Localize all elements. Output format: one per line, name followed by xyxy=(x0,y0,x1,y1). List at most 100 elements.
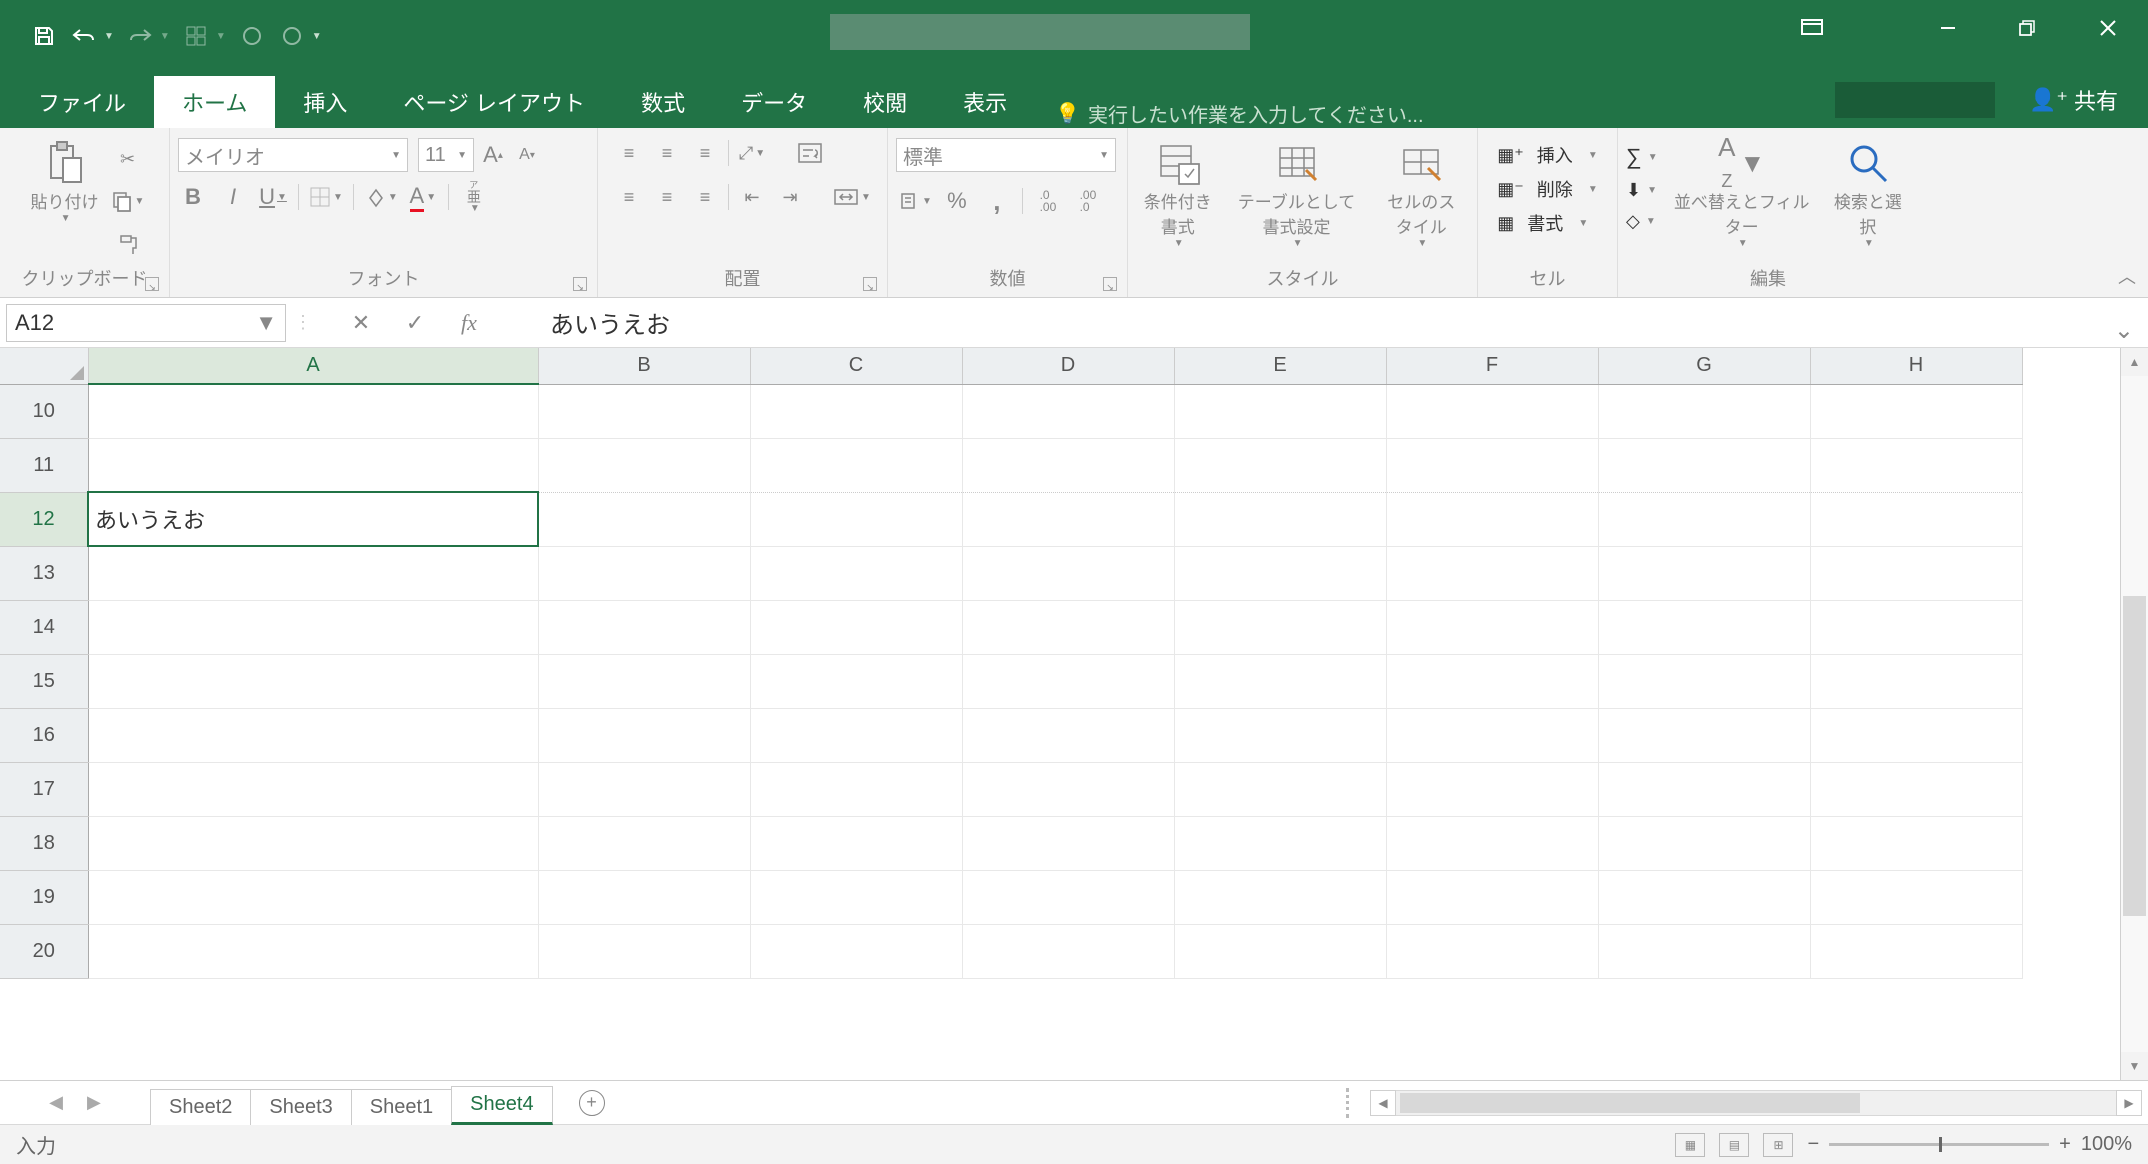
cell-H12[interactable] xyxy=(1810,492,2022,546)
row-header-18[interactable]: 18 xyxy=(0,816,88,870)
align-center-icon[interactable]: ≡ xyxy=(652,182,682,212)
qat-custom-1-icon[interactable] xyxy=(182,22,210,50)
sheet-tab-Sheet3[interactable]: Sheet3 xyxy=(250,1089,351,1125)
cell-G13[interactable] xyxy=(1598,546,1810,600)
cell-E15[interactable] xyxy=(1174,654,1386,708)
cell-E19[interactable] xyxy=(1174,870,1386,924)
cell-G11[interactable] xyxy=(1598,438,1810,492)
borders-icon[interactable]: ▼ xyxy=(309,182,343,212)
font-color-icon[interactable]: A▼ xyxy=(408,182,438,212)
sheet-tab-Sheet2[interactable]: Sheet2 xyxy=(150,1089,251,1125)
cell-G18[interactable] xyxy=(1598,816,1810,870)
row-header-13[interactable]: 13 xyxy=(0,546,88,600)
cell-C20[interactable] xyxy=(750,924,962,978)
cell-G15[interactable] xyxy=(1598,654,1810,708)
font-size-combo[interactable]: 11▼ xyxy=(418,138,474,172)
cell-styles-button[interactable]: セルのスタイル▼ xyxy=(1374,138,1469,251)
redo-dropdown[interactable]: ▼ xyxy=(160,31,170,42)
cell-A13[interactable] xyxy=(88,546,538,600)
name-box[interactable]: A12 ▼ xyxy=(6,304,286,342)
cell-E20[interactable] xyxy=(1174,924,1386,978)
col-header-F[interactable]: F xyxy=(1386,348,1598,384)
format-cells-button[interactable]: ▦ 書式 ▼ xyxy=(1497,210,1588,236)
alignment-launcher[interactable] xyxy=(863,277,877,291)
tab-view[interactable]: 表示 xyxy=(935,76,1035,128)
tab-file[interactable]: ファイル xyxy=(10,76,154,128)
qat-custom-1-dropdown[interactable]: ▼ xyxy=(216,31,226,42)
paste-button[interactable]: 貼り付け ▼ xyxy=(25,138,105,226)
merge-center-icon[interactable]: ▼ xyxy=(833,182,871,212)
save-icon[interactable] xyxy=(30,22,58,50)
qat-customize-dropdown[interactable]: ▼ xyxy=(312,31,322,42)
cell-F11[interactable] xyxy=(1386,438,1598,492)
cell-A15[interactable] xyxy=(88,654,538,708)
cell-B20[interactable] xyxy=(538,924,750,978)
decrease-indent-icon[interactable]: ⇤ xyxy=(737,182,767,212)
cell-D16[interactable] xyxy=(962,708,1174,762)
cell-H15[interactable] xyxy=(1810,654,2022,708)
col-header-E[interactable]: E xyxy=(1174,348,1386,384)
tab-insert[interactable]: 挿入 xyxy=(275,76,375,128)
decrease-decimal-icon[interactable]: .00.0 xyxy=(1073,186,1103,216)
accounting-format-icon[interactable]: ▼ xyxy=(896,186,932,216)
number-format-combo[interactable]: 標準▼ xyxy=(896,138,1116,172)
cell-B12[interactable] xyxy=(538,492,750,546)
cell-F19[interactable] xyxy=(1386,870,1598,924)
cell-H16[interactable] xyxy=(1810,708,2022,762)
cell-C19[interactable] xyxy=(750,870,962,924)
expand-formula-bar-icon[interactable]: ⌄ xyxy=(2114,316,2134,345)
cell-F14[interactable] xyxy=(1386,600,1598,654)
cell-C14[interactable] xyxy=(750,600,962,654)
cell-C18[interactable] xyxy=(750,816,962,870)
wrap-text-icon[interactable] xyxy=(795,138,825,168)
row-header-14[interactable]: 14 xyxy=(0,600,88,654)
cell-H20[interactable] xyxy=(1810,924,2022,978)
cell-F16[interactable] xyxy=(1386,708,1598,762)
align-right-icon[interactable]: ≡ xyxy=(690,182,720,212)
restore-button[interactable] xyxy=(1988,0,2068,56)
decrease-font-icon[interactable]: A▾ xyxy=(512,140,542,170)
row-header-12[interactable]: 12 xyxy=(0,492,88,546)
phonetic-icon[interactable]: アア亜亜▼ xyxy=(459,182,489,212)
qat-circle-1-icon[interactable] xyxy=(238,22,266,50)
tab-scroll-left-icon[interactable]: ◀ xyxy=(49,1092,63,1113)
undo-dropdown[interactable]: ▼ xyxy=(104,31,114,42)
percent-icon[interactable]: % xyxy=(942,186,972,216)
vscroll-thumb[interactable] xyxy=(2123,596,2146,916)
cell-F13[interactable] xyxy=(1386,546,1598,600)
cell-D18[interactable] xyxy=(962,816,1174,870)
increase-decimal-icon[interactable]: .0.00 xyxy=(1033,186,1063,216)
confirm-edit-icon[interactable]: ✓ xyxy=(400,308,430,338)
col-header-B[interactable]: B xyxy=(538,348,750,384)
cell-B17[interactable] xyxy=(538,762,750,816)
cell-C13[interactable] xyxy=(750,546,962,600)
sort-filter-button[interactable]: AZ▼ 並べ替えとフィルター▼ xyxy=(1664,138,1820,251)
cell-C16[interactable] xyxy=(750,708,962,762)
cell-H19[interactable] xyxy=(1810,870,2022,924)
zoom-in-icon[interactable]: + xyxy=(2059,1133,2071,1156)
insert-function-icon[interactable]: fx xyxy=(454,308,484,338)
cell-D11[interactable] xyxy=(962,438,1174,492)
cell-G16[interactable] xyxy=(1598,708,1810,762)
cell-F12[interactable] xyxy=(1386,492,1598,546)
cell-B16[interactable] xyxy=(538,708,750,762)
cell-A16[interactable] xyxy=(88,708,538,762)
cell-A12[interactable]: あいうえお xyxy=(88,492,538,546)
cell-F17[interactable] xyxy=(1386,762,1598,816)
account-area[interactable] xyxy=(1835,82,1995,118)
tab-review[interactable]: 校閲 xyxy=(835,76,935,128)
row-header-19[interactable]: 19 xyxy=(0,870,88,924)
select-all-corner[interactable] xyxy=(0,348,88,384)
cell-D20[interactable] xyxy=(962,924,1174,978)
cancel-edit-icon[interactable]: ✕ xyxy=(346,308,376,338)
col-header-C[interactable]: C xyxy=(750,348,962,384)
cell-A14[interactable] xyxy=(88,600,538,654)
increase-font-icon[interactable]: A▴ xyxy=(478,140,508,170)
cell-H14[interactable] xyxy=(1810,600,2022,654)
cell-D13[interactable] xyxy=(962,546,1174,600)
hscroll-thumb[interactable] xyxy=(1400,1093,1860,1113)
cell-A10[interactable] xyxy=(88,384,538,438)
tab-page-layout[interactable]: ページ レイアウト xyxy=(375,76,613,128)
row-header-11[interactable]: 11 xyxy=(0,438,88,492)
name-box-dropdown[interactable]: ▼ xyxy=(255,310,277,336)
